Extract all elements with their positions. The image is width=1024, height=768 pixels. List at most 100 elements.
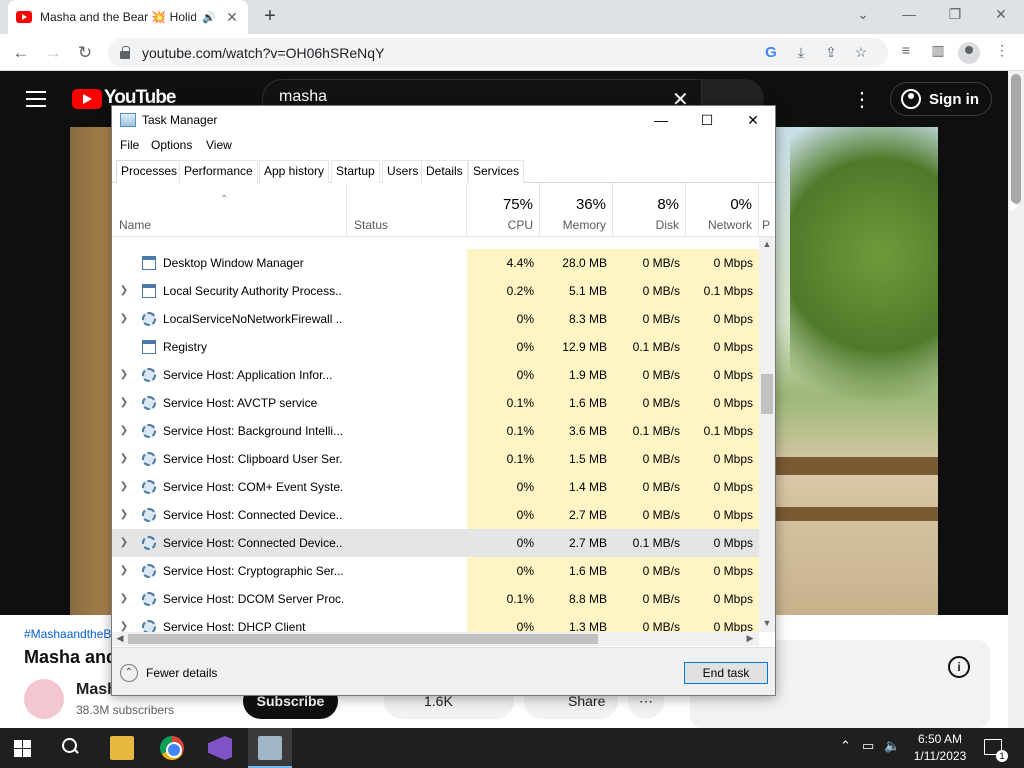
new-tab-button[interactable]: + bbox=[258, 5, 282, 29]
disk-total: 8% bbox=[657, 196, 679, 213]
file-explorer-icon[interactable] bbox=[110, 736, 134, 760]
tab-search-icon[interactable]: ⌄ bbox=[840, 0, 886, 30]
tab-services[interactable]: Services bbox=[468, 160, 525, 183]
scroll-left-arrow-icon[interactable]: ◀ bbox=[114, 633, 126, 644]
install-icon[interactable]: ⤓ bbox=[786, 44, 816, 61]
tab-details[interactable]: Details bbox=[421, 160, 468, 183]
menu-view[interactable]: View bbox=[206, 138, 232, 152]
visual-studio-icon[interactable] bbox=[208, 736, 232, 760]
youtube-logo-icon[interactable] bbox=[72, 89, 102, 109]
minimize-button[interactable]: — bbox=[886, 0, 932, 30]
page-scrollbar-thumb[interactable] bbox=[1011, 74, 1021, 204]
process-row[interactable]: ❯ Service Host: DHCP Client 0% 1.3 MB 0 MB/s… bbox=[112, 613, 759, 632]
url-text[interactable]: youtube.com/watch?v=OH06hSReNqY bbox=[142, 45, 756, 61]
tab-users[interactable]: Users bbox=[382, 160, 424, 183]
end-task-button[interactable]: End task bbox=[684, 662, 768, 684]
expand-chevron-icon[interactable]: ❯ bbox=[118, 585, 130, 613]
vertical-scrollbar[interactable] bbox=[759, 237, 775, 632]
clock-time[interactable]: 6:50 AM bbox=[900, 732, 980, 746]
taskbar-search-icon[interactable] bbox=[62, 738, 82, 758]
horizontal-scrollbar-thumb[interactable] bbox=[128, 634, 598, 644]
restore-button[interactable]: ❐ bbox=[932, 0, 978, 30]
column-header-network[interactable]: 0% Network bbox=[686, 183, 759, 237]
close-tab-icon[interactable]: ✕ bbox=[224, 9, 240, 26]
hamburger-menu-icon[interactable] bbox=[26, 91, 46, 107]
expand-chevron-icon[interactable]: ❯ bbox=[118, 361, 130, 389]
clock-date[interactable]: 1/11/2023 bbox=[900, 749, 980, 763]
expand-chevron-icon[interactable]: ❯ bbox=[118, 613, 130, 632]
media-controls-icon[interactable]: ≡ bbox=[894, 42, 918, 64]
tm-minimize-button[interactable]: — bbox=[638, 106, 684, 135]
process-row[interactable]: ❯ Service Host: Cryptographic Ser... 0% 1.6… bbox=[112, 557, 759, 585]
google-icon[interactable]: G bbox=[756, 44, 786, 61]
lock-icon[interactable] bbox=[120, 45, 130, 59]
reload-icon[interactable]: ↻ bbox=[72, 40, 98, 66]
expand-chevron-icon[interactable]: ❯ bbox=[118, 305, 130, 333]
scroll-down-arrow-icon[interactable]: ▼ bbox=[759, 618, 775, 628]
process-row[interactable]: ❯ Service Host: DCOM Server Proc... 0.1% 8.… bbox=[112, 585, 759, 613]
column-header-cpu[interactable]: 75% CPU bbox=[467, 183, 540, 237]
process-row[interactable]: ❯ Service Host: AVCTP service 0.1% 1.6 MB 0 … bbox=[112, 389, 759, 417]
process-row[interactable]: ❯ Service Host: Connected Device... 0% 2.7 … bbox=[112, 529, 759, 557]
profile-avatar-icon[interactable] bbox=[958, 42, 980, 64]
sign-in-button[interactable]: Sign in bbox=[890, 82, 992, 116]
process-row[interactable]: ❯ Service Host: Background Intelli... 0.1%… bbox=[112, 417, 759, 445]
vertical-scrollbar-thumb[interactable] bbox=[761, 374, 773, 414]
menu-file[interactable]: File bbox=[120, 138, 139, 152]
expand-chevron-icon[interactable]: ❯ bbox=[118, 277, 130, 305]
expand-chevron-icon[interactable]: ❯ bbox=[118, 473, 130, 501]
expand-chevron-icon[interactable]: ❯ bbox=[118, 501, 130, 529]
close-window-button[interactable]: ✕ bbox=[978, 0, 1024, 30]
column-header-memory[interactable]: 36% Memory bbox=[540, 183, 613, 237]
task-manager-titlebar[interactable]: Task Manager — ☐ ✕ bbox=[112, 106, 775, 135]
chrome-icon[interactable] bbox=[160, 736, 184, 760]
column-header-power[interactable]: P bbox=[759, 183, 775, 237]
expand-chevron-icon[interactable]: ❯ bbox=[118, 445, 130, 473]
process-row[interactable]: Registry 0% 12.9 MB 0.1 MB/s 0 Mbps bbox=[112, 333, 759, 361]
process-disk: 0 MB/s bbox=[613, 473, 686, 501]
tm-maximize-button[interactable]: ☐ bbox=[684, 106, 730, 135]
address-bar[interactable]: youtube.com/watch?v=OH06hSReNqY G ⤓ ⇪ ☆ bbox=[108, 38, 888, 67]
process-row[interactable]: ❯ Service Host: COM+ Event Syste... 0% 1.4 … bbox=[112, 473, 759, 501]
expand-chevron-icon[interactable]: ❯ bbox=[118, 389, 130, 417]
channel-avatar[interactable] bbox=[24, 679, 64, 719]
tab-app-history[interactable]: App history bbox=[259, 160, 330, 183]
process-row[interactable]: ❯ Service Host: Clipboard User Ser... 0.1%… bbox=[112, 445, 759, 473]
tab-processes[interactable]: Processes bbox=[116, 160, 183, 184]
forward-icon[interactable]: → bbox=[40, 40, 66, 66]
scroll-up-arrow-icon[interactable]: ▲ bbox=[759, 239, 775, 249]
speaker-icon[interactable]: 🔊 bbox=[202, 11, 218, 24]
process-row[interactable]: ❯ LocalServiceNoNetworkFirewall ... 0% 8.3 … bbox=[112, 305, 759, 333]
volume-icon[interactable]: 🔈 bbox=[884, 738, 900, 754]
browser-tab[interactable]: Masha and the Bear 💥 Holiday on Ice 🔊 ✕ bbox=[8, 0, 248, 34]
menu-options[interactable]: Options bbox=[151, 138, 192, 152]
process-row[interactable]: Desktop Window Manager 4.4% 28.0 MB 0 MB/s 0… bbox=[112, 249, 759, 277]
windows-start-icon[interactable] bbox=[14, 740, 31, 757]
tm-close-button[interactable]: ✕ bbox=[730, 106, 776, 135]
menu-dots-icon[interactable]: ⋮ bbox=[990, 42, 1014, 64]
expand-chevron-icon[interactable]: ❯ bbox=[118, 417, 130, 445]
expand-chevron-icon[interactable]: ❯ bbox=[118, 529, 130, 557]
process-row[interactable]: ❯ Local Security Authority Process... 0.2%… bbox=[112, 277, 759, 305]
info-icon[interactable]: i bbox=[948, 656, 970, 678]
tab-startup[interactable]: Startup bbox=[331, 160, 380, 183]
fewer-details-link[interactable]: Fewer details bbox=[146, 666, 217, 680]
share-icon[interactable]: ⇪ bbox=[816, 44, 846, 61]
task-manager-icon[interactable] bbox=[258, 736, 282, 760]
scroll-right-arrow-icon[interactable]: ▶ bbox=[744, 633, 756, 644]
column-name-label: Name bbox=[119, 218, 152, 232]
show-hidden-icons-icon[interactable]: ⌃ bbox=[840, 738, 851, 754]
column-header-status[interactable]: Status bbox=[347, 183, 467, 237]
settings-dots-icon[interactable]: ⋮ bbox=[850, 87, 874, 112]
process-row[interactable]: ❯ Service Host: Application Infor... 0% 1.9… bbox=[112, 361, 759, 389]
bookmark-star-icon[interactable]: ☆ bbox=[846, 44, 876, 61]
process-row[interactable]: ❯ Service Host: Connected Device... 0% 2.7 … bbox=[112, 501, 759, 529]
expand-chevron-icon[interactable]: ❯ bbox=[118, 557, 130, 585]
tab-performance[interactable]: Performance bbox=[179, 160, 258, 183]
network-icon[interactable]: ▭ bbox=[862, 738, 874, 754]
side-panel-icon[interactable]: ▥ bbox=[926, 42, 950, 64]
back-icon[interactable]: ← bbox=[8, 40, 34, 66]
column-header-name[interactable]: Name bbox=[112, 183, 347, 237]
chevron-up-icon[interactable]: ⌃ bbox=[120, 664, 138, 682]
column-header-disk[interactable]: 8% Disk bbox=[613, 183, 686, 237]
